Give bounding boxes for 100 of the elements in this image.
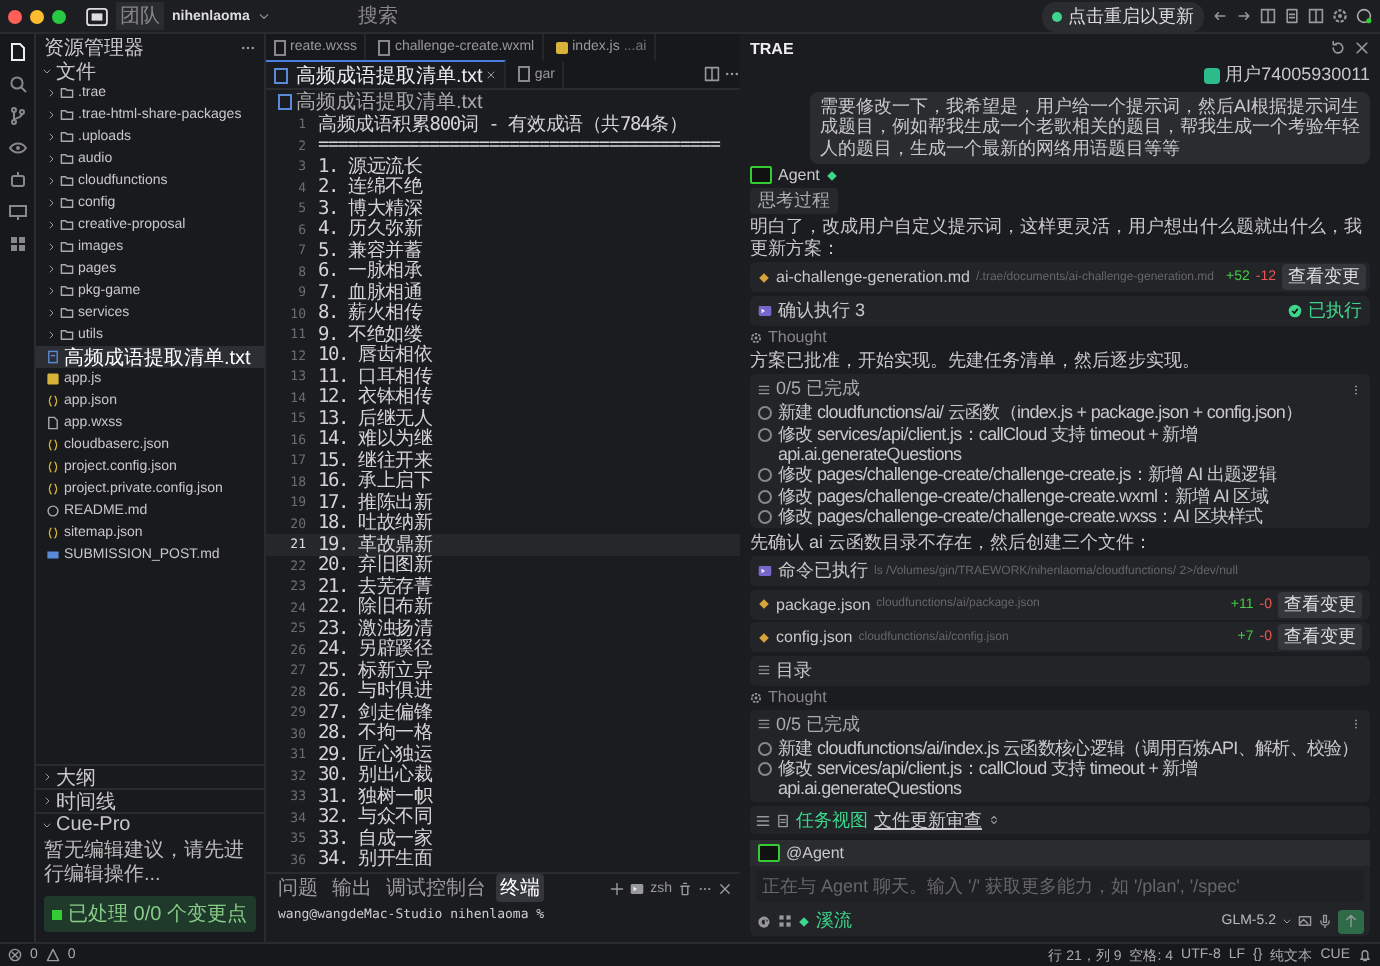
code-line: 29. 匠心独运 [318,741,433,766]
agent-mention[interactable]: @Agent [786,844,845,862]
file-tree-item[interactable]: 高频成语提取清单.txt [36,346,264,368]
code-line: 16. 承上启下 [318,469,433,493]
list-card[interactable]: 目录 [750,655,1370,686]
user-avatar-icon [1203,67,1220,83]
file-view-icon[interactable] [776,813,790,827]
eye-icon[interactable] [7,138,27,158]
panel-tab[interactable]: 终端 [496,874,544,902]
image-icon[interactable] [1298,914,1312,928]
list-view-icon[interactable] [756,813,770,827]
history-icon[interactable] [1330,40,1346,56]
panel-tab[interactable]: 调试控制台 [382,874,490,902]
maximize-icon[interactable] [52,9,66,23]
view-changes-button[interactable]: 查看变更 [1278,624,1362,651]
chevron-icon[interactable] [42,796,52,806]
close-icon[interactable] [718,881,732,895]
task-view-toggle[interactable]: 任务视图 [796,807,868,833]
account-icon[interactable] [1356,8,1372,24]
tree-root[interactable]: 文件 [36,60,264,82]
warning-icon[interactable] [45,948,60,962]
file-icon [46,482,60,496]
layout-icon[interactable] [1260,8,1276,24]
search-icon[interactable] [7,74,27,94]
thought-label[interactable]: Thought [768,688,827,707]
panel-tab[interactable]: 问题 [274,874,322,902]
send-button[interactable] [1338,909,1364,933]
mode-toggle[interactable]: 溪流 [816,908,852,934]
error-icon[interactable] [8,948,22,962]
code-line: 3. 博大精深 [318,195,423,220]
settings-icon[interactable] [1332,8,1348,24]
grid-icon[interactable] [7,234,27,254]
chevron-icon[interactable] [46,286,56,296]
chevron-icon[interactable] [42,820,52,830]
section-header[interactable]: 大纲 [36,764,264,788]
chevron-icon[interactable] [42,66,52,76]
split-editor-icon[interactable] [704,66,720,82]
update-button[interactable]: 点击重启以更新 [1042,1,1204,31]
review-link[interactable]: 文件更新审查 [874,807,982,833]
minimize-icon[interactable] [30,9,44,23]
files-icon[interactable] [7,42,27,62]
file-name[interactable]: package.json [776,595,871,614]
forward-icon[interactable] [1236,8,1252,24]
editor-tab[interactable]: 高频成语提取清单.txt [266,60,507,88]
chevron-icon[interactable] [46,308,56,318]
code-line: 2. 连绵不绝 [318,175,423,199]
bell-icon[interactable] [1358,948,1372,962]
back-icon[interactable] [1212,8,1228,24]
chevron-icon[interactable] [46,88,56,98]
close-icon[interactable] [1354,40,1370,56]
thought-label[interactable]: Thought [768,328,827,347]
chevron-down-icon[interactable] [1282,916,1292,926]
chevron-icon[interactable] [46,132,56,142]
close-icon[interactable] [486,70,497,80]
chevron-icon[interactable] [46,110,56,120]
sidebar-icon[interactable] [1308,8,1324,24]
file-name[interactable]: ai-challenge-generation.md [776,268,970,287]
chevron-icon[interactable] [46,220,56,230]
chevron-icon[interactable] [46,176,56,186]
branch-icon[interactable] [7,106,27,126]
task-item: 修改 pages/challenge-create/challenge-create.js：新增 AI 出题逻辑 [778,464,1277,486]
add-terminal-icon[interactable] [610,881,625,895]
task-circle-icon [758,489,772,504]
chevron-icon[interactable] [46,154,56,164]
robot-icon[interactable] [7,170,27,190]
view-changes-button[interactable]: 查看变更 [1282,264,1367,291]
code-line: 7. 血脉相通 [318,279,423,304]
view-changes-button[interactable]: 查看变更 [1278,591,1362,618]
file-icon [46,350,60,364]
team-badge: 团队 [116,2,164,30]
chat-input-field[interactable]: 正在与 Agent 聊天。输入 '/' 获取更多能力，如 '/plan', '/spec' [756,870,1364,902]
task-circle-icon [758,741,772,756]
chevron-icon[interactable] [46,264,56,274]
thinking-chip[interactable]: 思考过程 [750,187,838,214]
chevron-icon[interactable] [46,198,56,208]
code-line: 27. 剑走偏锋 [318,699,433,724]
section-header[interactable]: Cue-Pro [36,812,264,836]
section-header[interactable]: 时间线 [36,788,264,812]
chevron-down-icon[interactable] [257,10,270,22]
trash-icon[interactable] [678,881,692,895]
task-circle-icon [758,761,772,776]
app-logo-icon [86,7,108,25]
breadcrumb[interactable]: 高频成语提取清单.txt [296,87,483,115]
chevron-icon[interactable] [46,242,56,252]
code-line: 18. 吐故纳新 [318,511,433,535]
explorer-title: 资源管理器 [44,35,144,61]
chevron-icon[interactable] [42,772,52,782]
file-name[interactable]: config.json [776,628,853,647]
panel-icon[interactable] [1284,8,1300,24]
microphone-icon[interactable] [1318,914,1332,928]
chevron-icon[interactable] [46,330,56,340]
code-line: 17. 推陈出新 [318,489,433,514]
monitor-icon[interactable] [7,202,27,222]
search-field[interactable]: 搜索 [357,2,398,30]
close-icon[interactable] [8,9,22,23]
panel-title: TRAE [750,39,794,57]
panel-tab[interactable]: 输出 [328,874,376,902]
expand-icon[interactable] [988,814,1000,826]
grid-icon[interactable] [778,914,792,928]
task-circle-icon [758,510,772,524]
